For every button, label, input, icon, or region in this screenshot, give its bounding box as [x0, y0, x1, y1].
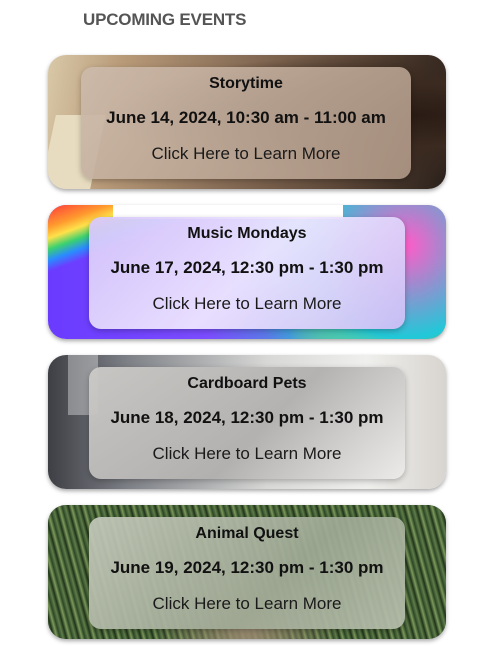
event-card-storytime[interactable]: Storytime June 14, 2024, 10:30 am - 11:0…	[48, 55, 446, 189]
event-info-panel: Music Mondays June 17, 2024, 12:30 pm - …	[89, 217, 405, 329]
event-card-cardboard-pets[interactable]: Cardboard Pets June 18, 2024, 12:30 pm -…	[48, 355, 446, 489]
event-title: Music Mondays	[187, 225, 307, 242]
learn-more-link[interactable]: Click Here to Learn More	[89, 444, 405, 464]
event-title: Storytime	[209, 75, 283, 92]
event-info-panel: Cardboard Pets June 18, 2024, 12:30 pm -…	[89, 367, 405, 479]
event-card-music-mondays[interactable]: Music Mondays June 17, 2024, 12:30 pm - …	[48, 205, 446, 339]
event-date: June 17, 2024, 12:30 pm - 1:30 pm	[110, 258, 384, 277]
event-date: June 18, 2024, 12:30 pm - 1:30 pm	[110, 408, 384, 427]
learn-more-link[interactable]: Click Here to Learn More	[89, 594, 405, 614]
event-date: June 14, 2024, 10:30 am - 11:00 am	[106, 108, 386, 127]
section-title: UPCOMING EVENTS	[83, 10, 247, 29]
events-page: UPCOMING EVENTS Storytime June 14, 2024,…	[0, 0, 502, 660]
event-title: Cardboard Pets	[187, 375, 307, 392]
event-title: Animal Quest	[195, 525, 299, 542]
event-date: June 19, 2024, 12:30 pm - 1:30 pm	[110, 558, 384, 577]
event-card-animal-quest[interactable]: Animal Quest June 19, 2024, 12:30 pm - 1…	[48, 505, 446, 639]
learn-more-link[interactable]: Click Here to Learn More	[89, 294, 405, 314]
learn-more-link[interactable]: Click Here to Learn More	[81, 144, 411, 164]
event-info-panel: Animal Quest June 19, 2024, 12:30 pm - 1…	[89, 517, 405, 629]
event-info-panel: Storytime June 14, 2024, 10:30 am - 11:0…	[81, 67, 411, 179]
